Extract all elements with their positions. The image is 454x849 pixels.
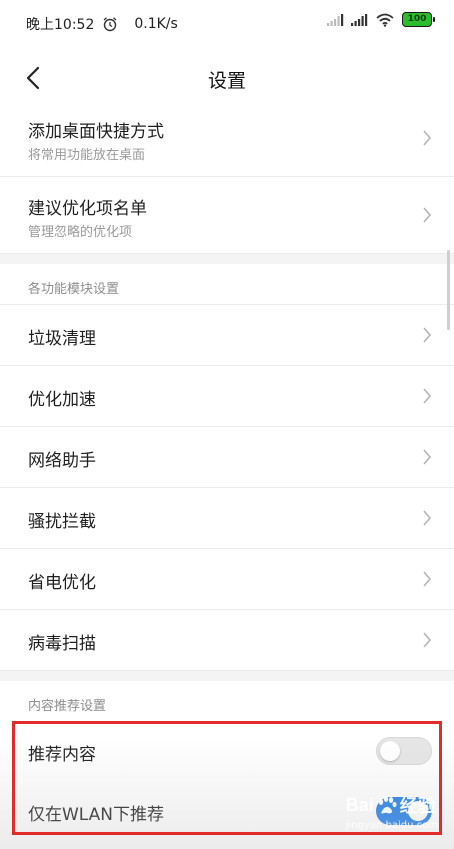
section-header-text: 各功能模块设置 [28,282,120,297]
chevron-right-icon [423,327,432,343]
item-title: 病毒扫描 [28,634,96,654]
page-title: 设置 [207,70,246,92]
status-right: 100 [320,12,435,27]
list-item-spam-block[interactable]: 骚扰拦截 [0,488,454,549]
status-left: 晚上10:52 0.1K/s [26,14,178,34]
chevron-right-icon [423,510,432,526]
signal-icon-2 [351,13,368,26]
list-item-desktop-shortcut[interactable]: 添加桌面快捷方式 将常用功能放在桌面 [0,100,454,177]
recommend-content-toggle[interactable] [376,737,432,765]
list-item-network-assistant[interactable]: 网络助手 [0,427,454,488]
item-title: 优化加速 [28,390,96,410]
section-divider [0,254,454,264]
battery-icon: 100 [402,12,435,27]
list-item-speed-up[interactable]: 优化加速 [0,366,454,427]
network-speed: 0.1K/s [134,16,178,32]
section-divider [0,671,454,681]
baidu-watermark: Bai 经验 jingyan.baidu.com [345,792,438,832]
watermark-brand: Bai [345,794,374,815]
item-title: 垃圾清理 [28,329,96,349]
signal-icon [327,13,344,26]
section-header-content: 内容推荐设置 [0,681,454,721]
toggle-row-recommend: 推荐内容 [0,721,454,781]
chevron-right-icon [423,207,432,223]
list-item-virus-scan[interactable]: 病毒扫描 [0,610,454,671]
toggle-label: 推荐内容 [28,745,96,765]
item-title: 骚扰拦截 [28,512,96,532]
list-item-battery-saver[interactable]: 省电优化 [0,549,454,610]
status-time: 晚上10:52 [26,17,95,33]
toggle-knob [380,741,400,761]
watermark-logo: Bai 经验 [346,792,438,818]
item-title: 添加桌面快捷方式 [28,122,164,142]
chevron-right-icon [423,388,432,404]
chevron-right-icon [423,449,432,465]
list-item-optimization-list[interactable]: 建议优化项名单 管理忽略的优化项 [0,177,454,254]
item-title: 网络助手 [28,451,96,471]
section-header-modules: 各功能模块设置 [0,264,454,305]
item-subtitle: 管理忽略的优化项 [28,225,133,240]
chevron-right-icon [423,632,432,648]
item-title: 省电优化 [28,573,96,593]
status-bar: 晚上10:52 0.1K/s 100 [0,0,454,44]
chevron-right-icon [423,571,432,587]
settings-list: 添加桌面快捷方式 将常用功能放在桌面 建议优化项名单 管理忽略的优化项 各功能模… [0,100,454,841]
paw-icon [378,796,397,814]
item-title: 建议优化项名单 [28,199,147,219]
watermark-suffix: 经验 [399,796,436,816]
wifi-icon [376,13,394,27]
item-subtitle: 将常用功能放在桌面 [28,148,146,163]
list-item-junk-cleanup[interactable]: 垃圾清理 [0,305,454,366]
chevron-right-icon [423,130,432,146]
watermark-url: jingyan.baidu.com [345,820,438,831]
alarm-icon [103,17,117,32]
section-header-text: 内容推荐设置 [28,699,107,714]
scrollbar[interactable] [447,250,450,330]
toggle-label: 仅在WLAN下推荐 [28,805,165,825]
